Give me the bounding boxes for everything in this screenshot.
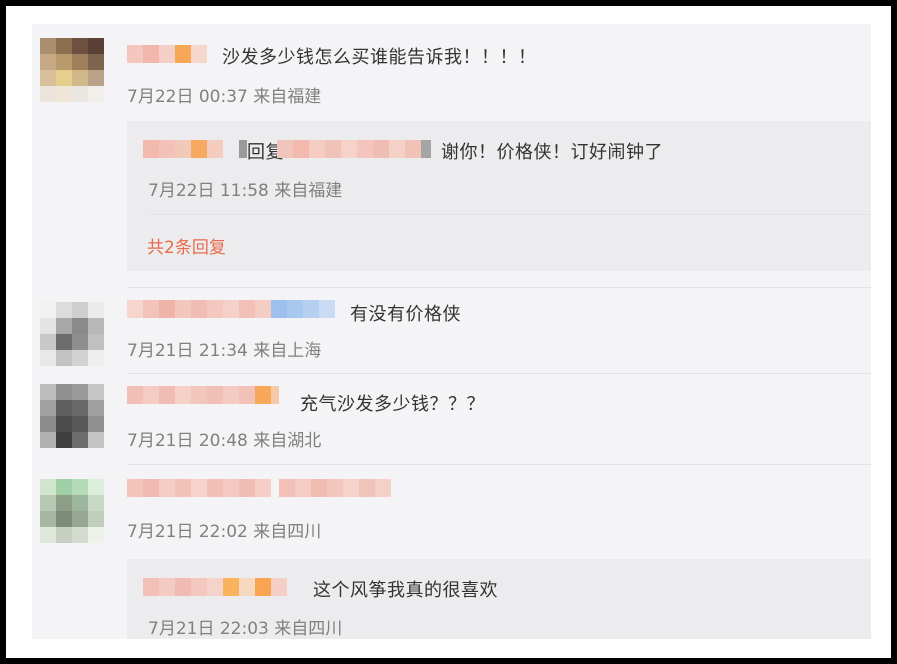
screenshot-frame: 沙发多少钱怎么买谁能告诉我！！！！ 7月22日 00:37 来自福建 回复 谢你…: [6, 6, 891, 658]
reply-username-blurred[interactable]: [143, 578, 287, 596]
comment-divider: [127, 464, 871, 465]
comment-time: 7月22日 00:37: [127, 87, 248, 107]
comment-location: 来自湖北: [253, 431, 322, 451]
comment-time: 7月21日 22:02: [127, 522, 248, 542]
comment-meta: 7月21日 21:34 来自上海: [127, 336, 321, 361]
username-blurred[interactable]: [127, 479, 391, 497]
comment-text: 有没有价格侠: [350, 304, 461, 325]
comment-meta: 7月21日 20:48 来自湖北: [127, 426, 321, 451]
avatar[interactable]: [40, 479, 104, 543]
avatar[interactable]: [40, 38, 104, 102]
reply-location: 来自福建: [274, 181, 343, 201]
reply-time: 7月22日 11:58: [148, 181, 269, 201]
avatar[interactable]: [40, 302, 104, 366]
avatar[interactable]: [40, 384, 104, 448]
reply-time: 7月21日 22:03: [148, 619, 269, 639]
comment-location: 来自四川: [253, 522, 322, 542]
reply-meta: 7月21日 22:03 来自四川: [148, 614, 342, 639]
username-blurred[interactable]: [127, 300, 335, 318]
reply-username-blurred[interactable]: [143, 140, 223, 158]
comment-location: 来自福建: [253, 87, 322, 107]
reply-mention-blurred[interactable]: [277, 140, 431, 158]
reply-divider: [148, 214, 871, 215]
reply-text: 这个风筝我真的很喜欢: [313, 580, 498, 601]
reply-box: 这个风筝我真的很喜欢 7月21日 22:03 来自四川: [127, 559, 871, 639]
comment-meta: 7月22日 00:37 来自福建: [127, 82, 321, 107]
comment-text: 沙发多少钱怎么买谁能告诉我！！！！: [222, 47, 537, 68]
reply-box: 回复 谢你！价格侠！订好闹钟了 7月22日 11:58 来自福建 共2条回复: [127, 121, 871, 271]
reply-location: 来自四川: [274, 619, 343, 639]
comment-time: 7月21日 20:48: [127, 431, 248, 451]
comment-divider: [127, 373, 871, 374]
comment-divider: [127, 287, 871, 288]
username-blurred[interactable]: [127, 45, 207, 63]
username-blurred[interactable]: [127, 386, 279, 404]
comment-text: 充气沙发多少钱？？？: [300, 394, 485, 415]
comment-location: 来自上海: [253, 341, 322, 361]
comment-time: 7月21日 21:34: [127, 341, 248, 361]
comment-panel: 沙发多少钱怎么买谁能告诉我！！！！ 7月22日 00:37 来自福建 回复 谢你…: [32, 24, 871, 639]
comment-meta: 7月21日 22:02 来自四川: [127, 517, 321, 542]
reply-text: 谢你！价格侠！订好闹钟了: [441, 142, 663, 163]
view-all-replies-link[interactable]: 共2条回复: [147, 233, 226, 258]
reply-target-blurred: [239, 140, 247, 158]
reply-meta: 7月22日 11:58 来自福建: [148, 176, 342, 201]
